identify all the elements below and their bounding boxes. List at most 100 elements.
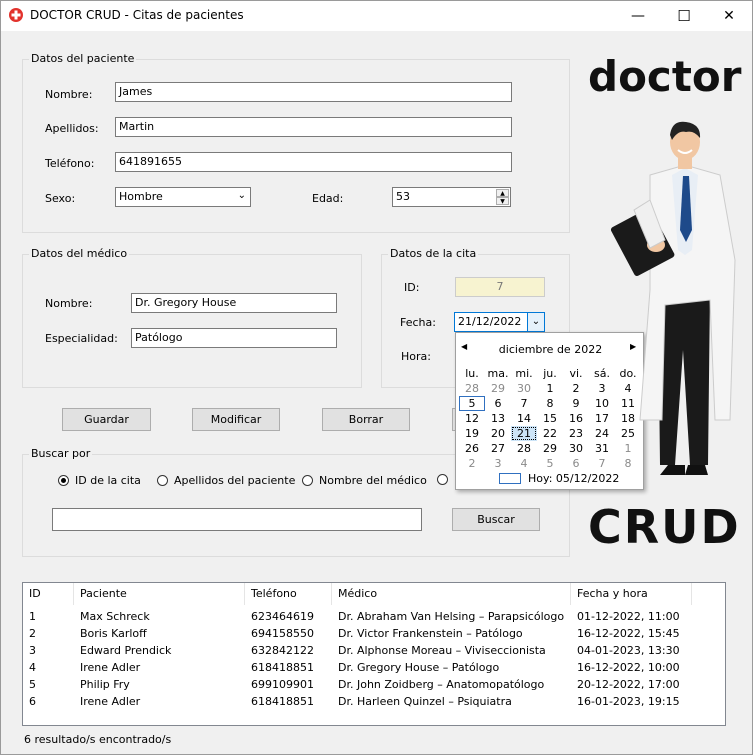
today-marker-icon: [499, 473, 521, 484]
status-text: 6 resultado/s encontrado/s: [24, 733, 172, 746]
results-table[interactable]: ID Paciente Teléfono Médico Fecha y hora…: [22, 582, 726, 726]
calendar-day[interactable]: 8: [537, 396, 563, 411]
calendar-day[interactable]: 13: [485, 411, 511, 426]
calendar-day[interactable]: 3: [485, 456, 511, 471]
window-title: DOCTOR CRUD - Citas de pacientes: [30, 8, 244, 22]
table-cell: Dr. Abraham Van Helsing – Parapsicólogo: [338, 610, 565, 623]
table-cell: Edward Prendick: [80, 644, 172, 657]
calendar-day[interactable]: 12: [459, 411, 485, 426]
calendar-day[interactable]: 5: [459, 396, 485, 411]
minimize-icon[interactable]: —: [615, 1, 661, 31]
col-header-datetime[interactable]: Fecha y hora: [571, 583, 692, 605]
table-cell: 3: [29, 644, 36, 657]
date-picker[interactable]: 21/12/2022 ⌄: [454, 312, 545, 332]
table-row[interactable]: 1 Max Schreck 623464619 Dr. Abraham Van Hel…: [23, 608, 692, 625]
appointment-group-label: Datos de la cita: [388, 247, 479, 260]
patient-name-label: Nombre:: [45, 88, 93, 101]
app-icon: [9, 8, 23, 22]
calendar-day[interactable]: 5: [537, 456, 563, 471]
age-stepper[interactable]: 53 ▲ ▼: [392, 187, 511, 207]
patient-age-label: Edad:: [312, 192, 344, 205]
calendar-day[interactable]: 22: [537, 426, 563, 441]
col-header-id[interactable]: ID: [23, 583, 74, 605]
calendar-day[interactable]: 28: [511, 441, 537, 456]
table-row[interactable]: 6 Irene Adler 618418851 Dr. Harleen Quinzel…: [23, 693, 692, 710]
brand-bottom-word: CRUD: [588, 500, 741, 554]
calendar-day[interactable]: 28: [459, 381, 485, 396]
search-button[interactable]: Buscar: [452, 508, 540, 531]
weekday-label: ju.: [543, 367, 557, 380]
calendar-dropdown-icon[interactable]: ⌄: [527, 313, 544, 331]
close-icon[interactable]: ✕: [706, 1, 752, 31]
doctor-group: [22, 254, 362, 388]
table-cell: Dr. Gregory House – Patólogo: [338, 661, 500, 674]
patient-phone-field[interactable]: 641891655: [115, 152, 512, 172]
table-cell: 694158550: [251, 627, 314, 640]
calendar-day[interactable]: 26: [459, 441, 485, 456]
table-cell: 04-01-2023, 13:30: [577, 644, 680, 657]
table-cell: 16-12-2022, 15:45: [577, 627, 680, 640]
search-input[interactable]: [52, 508, 422, 531]
calendar-day[interactable]: 15: [537, 411, 563, 426]
table-cell: 632842122: [251, 644, 314, 657]
save-button[interactable]: Guardar: [62, 408, 151, 431]
calendar-day[interactable]: 2: [459, 456, 485, 471]
maximize-icon[interactable]: ☐: [661, 1, 707, 31]
calendar-day[interactable]: 29: [485, 381, 511, 396]
appointment-date-label: Fecha:: [400, 316, 436, 329]
radio-doctor-name[interactable]: Nombre del médico: [302, 474, 427, 487]
doctor-name-field[interactable]: Dr. Gregory House: [131, 293, 337, 313]
table-cell: Dr. Victor Frankenstein – Patólogo: [338, 627, 523, 640]
patient-name-field[interactable]: James: [115, 82, 512, 102]
doctor-group-label: Datos del médico: [29, 247, 130, 260]
brand-top-word: doctor: [588, 52, 742, 101]
table-cell: Dr. Alphonse Moreau – Viviseccionista: [338, 644, 546, 657]
calendar-day[interactable]: 19: [459, 426, 485, 441]
doctor-specialty-field[interactable]: Patólogo: [131, 328, 337, 348]
calendar-day[interactable]: 4: [511, 456, 537, 471]
chevron-down-icon: ⌄: [237, 190, 246, 201]
calendar-day[interactable]: 23: [563, 426, 589, 441]
calendar-day[interactable]: 1: [537, 381, 563, 396]
calendar-day[interactable]: 21: [511, 426, 537, 441]
table-cell: 16-01-2023, 19:15: [577, 695, 680, 708]
calendar-day[interactable]: 6: [563, 456, 589, 471]
calendar-day[interactable]: 7: [511, 396, 537, 411]
table-cell: 01-12-2022, 11:00: [577, 610, 680, 623]
stepper-up-icon[interactable]: ▲: [496, 189, 509, 197]
patient-surname-label: Apellidos:: [45, 122, 99, 135]
sex-select-value: Hombre: [119, 190, 163, 203]
calendar-day[interactable]: 20: [485, 426, 511, 441]
table-row[interactable]: 3 Edward Prendick 632842122 Dr. Alphonse Mo…: [23, 642, 692, 659]
patient-surname-field[interactable]: Martin: [115, 117, 512, 137]
table-cell: 623464619: [251, 610, 314, 623]
radio-patient-surname[interactable]: Apellidos del paciente: [157, 474, 295, 487]
calendar-day[interactable]: 30: [563, 441, 589, 456]
table-cell: 618418851: [251, 695, 314, 708]
calendar-day[interactable]: 27: [485, 441, 511, 456]
stepper-down-icon[interactable]: ▼: [496, 197, 509, 205]
doctor-specialty-label: Especialidad:: [45, 332, 118, 345]
calendar-day[interactable]: 2: [563, 381, 589, 396]
calendar-day[interactable]: 6: [485, 396, 511, 411]
table-cell: Boris Karloff: [80, 627, 147, 640]
calendar-day[interactable]: 9: [563, 396, 589, 411]
table-row[interactable]: 4 Irene Adler 618418851 Dr. Gregory House –…: [23, 659, 692, 676]
delete-button[interactable]: Borrar: [322, 408, 410, 431]
col-header-patient[interactable]: Paciente: [74, 583, 245, 605]
calendar-day[interactable]: 16: [563, 411, 589, 426]
calendar-day[interactable]: 14: [511, 411, 537, 426]
col-header-doctor[interactable]: Médico: [332, 583, 571, 605]
calendar-day[interactable]: 30: [511, 381, 537, 396]
modify-button[interactable]: Modificar: [192, 408, 280, 431]
sex-select[interactable]: Hombre ⌄: [115, 187, 251, 207]
table-row[interactable]: 5 Philip Fry 699109901 Dr. John Zoidberg – …: [23, 676, 692, 693]
col-header-phone[interactable]: Teléfono: [245, 583, 332, 605]
weekday-label: mi.: [515, 367, 533, 380]
calendar-day[interactable]: 29: [537, 441, 563, 456]
table-row[interactable]: 2 Boris Karloff 694158550 Dr. Victor Franke…: [23, 625, 692, 642]
radio-hidden-option[interactable]: [437, 474, 454, 485]
radio-selected-icon: [58, 475, 69, 486]
weekday-label: vi.: [569, 367, 583, 380]
radio-appointment-id[interactable]: ID de la cita: [58, 474, 141, 487]
